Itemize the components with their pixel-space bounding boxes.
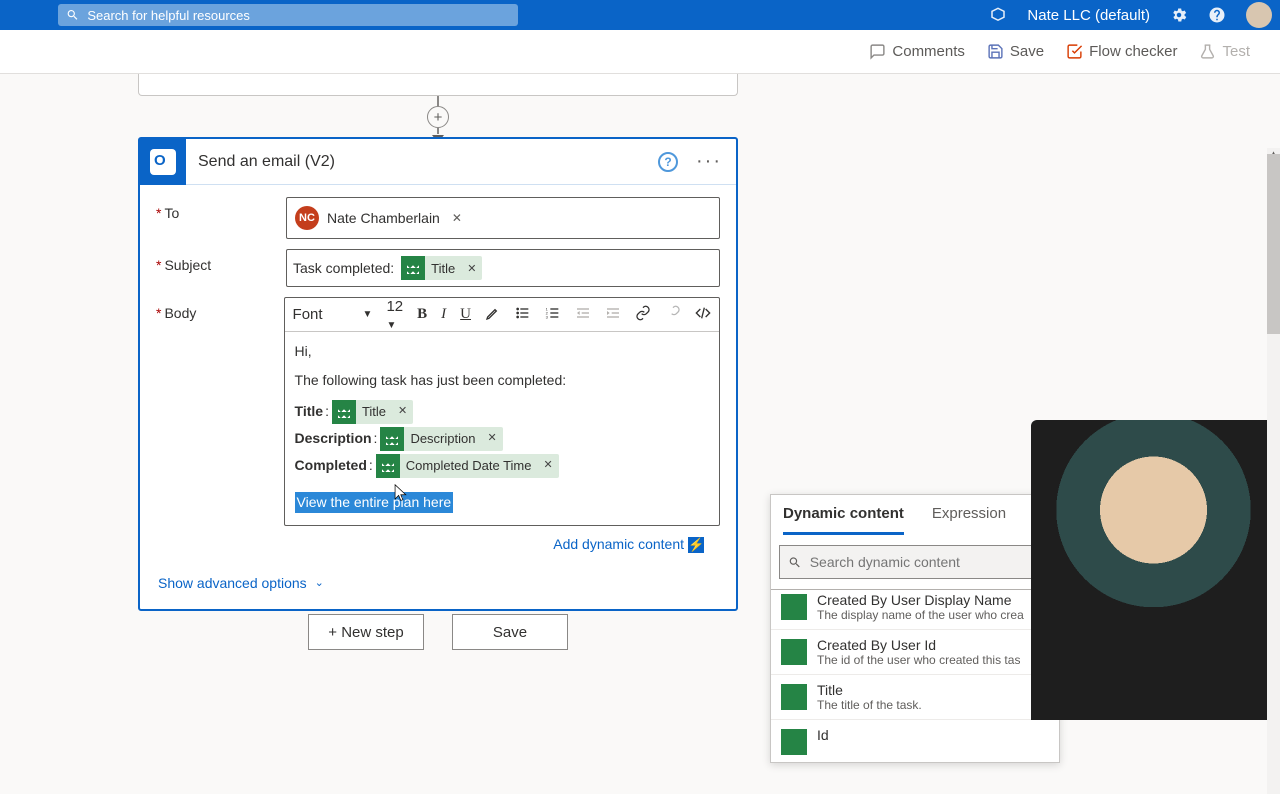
planner-icon <box>781 729 807 755</box>
token-label: Title <box>425 261 461 276</box>
comments-label: Comments <box>892 43 965 60</box>
send-email-action-card: Send an email (V2) ? ··· *To NC Nate Cha… <box>138 137 738 611</box>
flow-checker-label: Flow checker <box>1089 43 1177 60</box>
comments-button[interactable]: Comments <box>869 43 965 60</box>
remove-token-button[interactable]: ✕ <box>481 431 502 446</box>
body-title-token: Title✕ <box>332 400 413 424</box>
environments-icon[interactable] <box>989 6 1007 24</box>
flow-checker-button[interactable]: Flow checker <box>1066 43 1177 60</box>
italic-button[interactable]: I <box>441 306 446 323</box>
help-icon[interactable] <box>1208 6 1226 24</box>
recipient-avatar: NC <box>295 206 319 230</box>
comment-icon <box>869 43 886 60</box>
dynamic-content-search-input[interactable] <box>810 554 1042 570</box>
subject-label: *Subject <box>156 249 286 273</box>
action-help-icon[interactable]: ? <box>658 152 678 172</box>
rich-text-toolbar: Font▼ 12 ▼ B I U 123 <box>285 298 719 332</box>
subject-field[interactable]: Task completed: Title ✕ <box>286 249 720 287</box>
new-step-button[interactable]: + New step <box>308 614 424 650</box>
scroll-thumb[interactable] <box>1267 154 1280 334</box>
bold-button[interactable]: B <box>417 306 427 323</box>
outlook-icon <box>140 139 186 185</box>
planner-icon <box>401 256 425 280</box>
dc-item-created-by-user-id[interactable]: Created By User IdThe id of the user who… <box>771 630 1059 675</box>
flow-checker-icon <box>1066 43 1083 60</box>
test-icon <box>1199 43 1216 60</box>
remove-token-button[interactable]: ✕ <box>392 404 413 419</box>
lightning-icon: ⚡ <box>688 537 704 553</box>
to-label: *To <box>156 197 286 221</box>
global-search[interactable] <box>58 4 518 26</box>
command-bar: Comments Save Flow checker Test <box>0 30 1280 74</box>
presenter-webcam-overlay <box>1031 420 1276 720</box>
body-intro: The following task has just been complet… <box>295 371 709 390</box>
chevron-down-icon: ⌄ <box>315 576 324 589</box>
test-button[interactable]: Test <box>1199 43 1250 60</box>
action-card-header[interactable]: Send an email (V2) ? ··· <box>140 139 736 185</box>
search-icon <box>788 555 802 570</box>
body-label: *Body <box>156 297 284 321</box>
add-dynamic-content-link[interactable]: Add dynamic content⚡ <box>156 536 704 553</box>
global-search-input[interactable] <box>87 8 510 23</box>
body-description-token: Description✕ <box>380 427 502 451</box>
settings-icon[interactable] <box>1170 6 1188 24</box>
action-more-menu[interactable]: ··· <box>696 150 722 173</box>
svg-text:3: 3 <box>546 314 549 319</box>
indent-button[interactable] <box>605 305 621 325</box>
save-command-label: Save <box>1010 43 1044 60</box>
body-editor[interactable]: Font▼ 12 ▼ B I U 123 <box>284 297 720 526</box>
dynamic-content-search[interactable] <box>779 545 1051 579</box>
insert-step-button[interactable]: + <box>427 106 449 128</box>
planner-icon <box>781 594 807 620</box>
remove-token-button[interactable]: ✕ <box>461 262 482 275</box>
previous-step-card[interactable] <box>138 74 738 96</box>
user-avatar[interactable] <box>1246 2 1272 28</box>
dc-item-created-by-display-name[interactable]: Created By User Display NameThe display … <box>771 592 1059 630</box>
subject-title-token: Title ✕ <box>401 256 482 280</box>
code-view-button[interactable] <box>695 305 711 325</box>
body-greeting: Hi, <box>295 342 709 361</box>
recipient-chip: NC Nate Chamberlain ✕ <box>293 204 470 232</box>
planner-icon <box>781 684 807 710</box>
action-title: Send an email (V2) <box>198 153 335 171</box>
environment-name[interactable]: Nate LLC (default) <box>1027 7 1150 24</box>
dc-item-title[interactable]: TitleThe title of the task. <box>771 675 1059 720</box>
numbered-list-button[interactable]: 123 <box>545 305 561 325</box>
search-icon <box>66 8 79 22</box>
font-size-selector[interactable]: 12 ▼ <box>386 298 403 332</box>
flow-canvas: + Send an email (V2) ? ··· *To NC Nate C… <box>0 74 1280 720</box>
save-command[interactable]: Save <box>987 43 1044 60</box>
mouse-cursor-icon <box>394 484 409 504</box>
dynamic-content-panel: Dynamic content Expression Created By Us… <box>770 494 1060 763</box>
link-button[interactable] <box>635 305 651 325</box>
save-button[interactable]: Save <box>452 614 568 650</box>
font-selector[interactable]: Font▼ <box>293 306 373 323</box>
dc-item-id[interactable]: Id <box>771 720 1059 762</box>
test-label: Test <box>1222 43 1250 60</box>
planner-icon <box>332 400 356 424</box>
body-completed-token: Completed Date Time✕ <box>376 454 559 478</box>
remove-recipient-button[interactable]: ✕ <box>448 211 466 225</box>
subject-prefix-text: Task completed: <box>293 260 394 276</box>
show-advanced-options[interactable]: Show advanced options⌄ <box>156 575 720 591</box>
recipient-name: Nate Chamberlain <box>327 210 440 226</box>
outdent-button[interactable] <box>575 305 591 325</box>
highlight-button[interactable] <box>485 305 501 325</box>
remove-token-button[interactable]: ✕ <box>538 458 559 473</box>
save-icon <box>987 43 1004 60</box>
planner-icon <box>380 427 404 451</box>
app-header: Nate LLC (default) <box>0 0 1280 30</box>
planner-icon <box>376 454 400 478</box>
unlink-button[interactable] <box>665 305 681 325</box>
planner-icon <box>781 639 807 665</box>
body-plan-link[interactable]: View the entire plan here <box>295 492 454 513</box>
tab-dynamic-content[interactable]: Dynamic content <box>783 505 904 535</box>
tab-expression[interactable]: Expression <box>932 505 1006 535</box>
body-content[interactable]: Hi, The following task has just been com… <box>285 332 719 525</box>
bullet-list-button[interactable] <box>515 305 531 325</box>
underline-button[interactable]: U <box>460 306 471 323</box>
step-connector: + <box>138 96 738 143</box>
to-field[interactable]: NC Nate Chamberlain ✕ <box>286 197 720 239</box>
